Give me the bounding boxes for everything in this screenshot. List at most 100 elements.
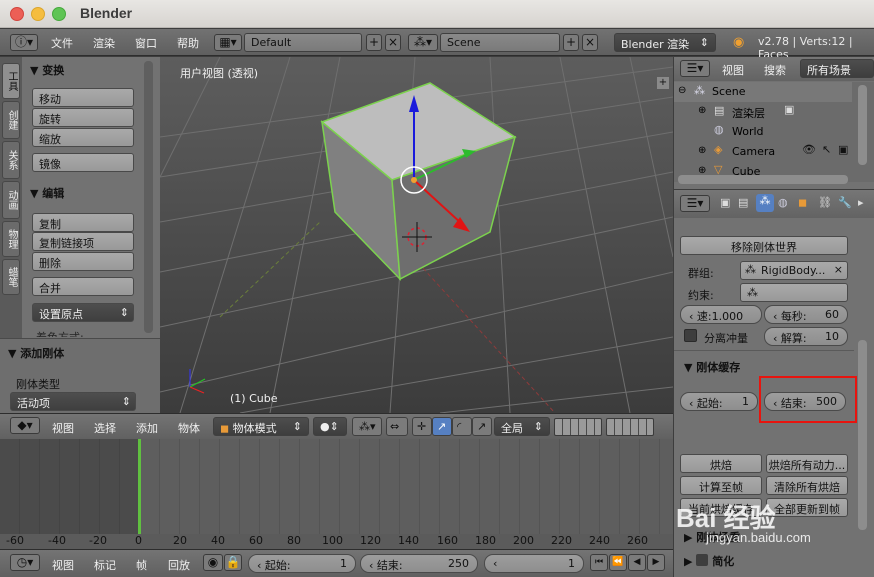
- join-button[interactable]: 合并: [32, 277, 134, 296]
- cube-object[interactable]: [320, 82, 517, 282]
- bake-all-button[interactable]: 烘焙所有动力...: [766, 454, 848, 473]
- render-camera-icon[interactable]: ▣: [838, 143, 848, 156]
- add-layout-button[interactable]: +: [366, 34, 382, 51]
- duplicate-button[interactable]: 复制: [32, 213, 134, 232]
- play-reverse-icon[interactable]: ◀: [628, 554, 646, 571]
- manipulator-icon[interactable]: ✛: [412, 417, 432, 436]
- steps-per-second-field[interactable]: ‹ 每秒: 60: [764, 305, 848, 324]
- pivot-select[interactable]: ⁂▾: [352, 417, 382, 436]
- scene-tab-icon[interactable]: ⁂: [756, 194, 774, 212]
- more-tabs-icon[interactable]: ▸: [858, 196, 864, 209]
- scene-icon[interactable]: ⁂▾: [408, 34, 438, 51]
- jump-start-icon[interactable]: ⏮: [590, 554, 608, 571]
- scale-manipulator-icon[interactable]: ↗: [472, 417, 492, 436]
- timeline-end-field[interactable]: ‹ 结束: 250: [360, 554, 478, 573]
- split-impulse-checkbox[interactable]: [684, 329, 697, 342]
- visibility-eye-icon[interactable]: 👁: [802, 143, 816, 156]
- cache-start-field[interactable]: ‹ 起始: 1: [680, 392, 758, 411]
- calc-to-frame-button[interactable]: 计算至帧: [680, 476, 762, 495]
- render-tab-icon[interactable]: ▣: [720, 196, 730, 209]
- scene-field[interactable]: Scene: [440, 33, 560, 52]
- view3d-menu-add[interactable]: 添加: [136, 420, 158, 436]
- editor-type-info-icon[interactable]: ⓘ▾: [10, 34, 38, 51]
- tab-tools[interactable]: 工具: [2, 63, 20, 99]
- current-frame-line[interactable]: [138, 439, 141, 534]
- outliner-row-scene[interactable]: ⊖ ⁂ Scene: [674, 82, 852, 102]
- speed-field[interactable]: ‹ 速:1.000: [680, 305, 762, 324]
- menu-file[interactable]: 文件: [51, 35, 73, 51]
- group-field[interactable]: ⁂ RigidBody... ×: [740, 261, 848, 280]
- record-icon[interactable]: ◉: [203, 554, 223, 571]
- outliner-row-world[interactable]: ◍ World: [674, 122, 852, 142]
- view3d-menu-object[interactable]: 物体: [178, 420, 200, 436]
- mode-select[interactable]: ◼ 物体模式 ⇕: [213, 417, 309, 436]
- outliner-menu-search[interactable]: 搜索: [764, 62, 786, 78]
- bake-button[interactable]: 烘焙: [680, 454, 762, 473]
- scale-button[interactable]: 缩放: [32, 128, 134, 147]
- expand-icon[interactable]: ⊕: [698, 105, 706, 116]
- jump-keyframe-back-icon[interactable]: ⏪: [609, 554, 627, 571]
- maximize-window-button[interactable]: [52, 7, 66, 21]
- expand-icon[interactable]: ⊕: [698, 145, 706, 156]
- tab-grease-pencil[interactable]: 蜡笔: [2, 259, 20, 295]
- set-origin-dropdown[interactable]: 设置原点 ⇕: [32, 303, 134, 322]
- tab-animation[interactable]: 动画: [2, 181, 20, 219]
- move-button[interactable]: 移动: [32, 88, 134, 107]
- rotate-button[interactable]: 旋转: [32, 108, 134, 127]
- manipulator-toggle[interactable]: ⇔: [386, 417, 408, 436]
- outliner-hscrollbar[interactable]: [678, 175, 848, 184]
- constraint-tab-icon[interactable]: ⛓: [818, 196, 832, 209]
- collapse-icon[interactable]: ⊖: [678, 85, 686, 96]
- world-tab-icon[interactable]: ◍: [778, 196, 788, 209]
- current-frame-field[interactable]: ‹ 1: [484, 554, 584, 573]
- 3d-viewport[interactable]: 用户视图 (透视) (1) Cube +: [160, 57, 673, 413]
- operator-panel-header[interactable]: ▼ 添加刚体: [8, 342, 124, 362]
- minimize-window-button[interactable]: [31, 7, 45, 21]
- free-all-bakes-button[interactable]: 清除所有烘焙: [766, 476, 848, 495]
- renderlayer-tab-icon[interactable]: ▤: [738, 196, 748, 209]
- rigidbody-cache-header[interactable]: ▼ 刚体缓存: [684, 356, 800, 376]
- layer-buttons-2[interactable]: [606, 418, 654, 436]
- render-engine-select[interactable]: Blender 渲染 ⇕: [614, 33, 716, 52]
- update-all-to-frame-button[interactable]: 全部更新到帧: [766, 498, 848, 517]
- outliner-filter-select[interactable]: 所有场景: [800, 59, 874, 78]
- play-icon[interactable]: ▶: [647, 554, 665, 571]
- transform-panel-header[interactable]: ▼ 变换: [30, 59, 146, 79]
- timeline[interactable]: -60 -40 -20 0 20 40 60 80 100 120 140 16…: [0, 439, 673, 549]
- translate-manipulator-icon[interactable]: ↗: [432, 417, 452, 436]
- timeline-menu-view[interactable]: 视图: [52, 557, 74, 573]
- rigidbody-type-dropdown[interactable]: 活动项 ⇕: [10, 392, 136, 411]
- close-window-button[interactable]: [10, 7, 24, 21]
- modifier-tab-icon[interactable]: 🔧: [838, 196, 852, 209]
- screen-layout-icon[interactable]: ▦▾: [214, 34, 242, 51]
- layout-field[interactable]: Default: [244, 33, 362, 52]
- timeline-menu-playback[interactable]: 回放: [168, 557, 190, 573]
- selectable-cursor-icon[interactable]: ↖: [822, 143, 831, 156]
- solver-iterations-field[interactable]: ‹ 解算: 10: [764, 327, 848, 346]
- outliner-editor-icon[interactable]: ☰▾: [680, 60, 710, 77]
- menu-window[interactable]: 窗口: [135, 35, 157, 51]
- add-scene-button[interactable]: +: [563, 34, 579, 51]
- view3d-menu-select[interactable]: 选择: [94, 420, 116, 436]
- rotate-manipulator-icon[interactable]: ◜: [452, 417, 472, 436]
- orientation-select[interactable]: 全局 ⇕: [494, 417, 550, 436]
- properties-editor-icon[interactable]: ☰▾: [680, 195, 710, 212]
- properties-scrollbar[interactable]: [858, 340, 867, 530]
- timeline-editor-icon[interactable]: ◷▾: [10, 554, 40, 571]
- layer-buttons-1[interactable]: [554, 418, 602, 436]
- remove-rigidbody-world-button[interactable]: 移除刚体世界: [680, 236, 848, 255]
- simplify-checkbox[interactable]: [696, 554, 708, 566]
- constraint-field[interactable]: ⁂: [740, 283, 848, 302]
- delete-button[interactable]: 删除: [32, 252, 134, 271]
- outliner-menu-view[interactable]: 视图: [722, 62, 744, 78]
- view3d-menu-view[interactable]: 视图: [52, 420, 74, 436]
- renderlayer-toggle-icon[interactable]: ▣: [784, 103, 794, 116]
- timeline-menu-marker[interactable]: 标记: [94, 557, 116, 573]
- remove-scene-button[interactable]: ×: [582, 34, 598, 51]
- view3d-editor-icon[interactable]: ◆▾: [10, 417, 40, 434]
- toggle-properties-icon[interactable]: +: [657, 77, 669, 89]
- outliner-scrollbar[interactable]: [858, 85, 867, 165]
- clear-group-icon[interactable]: ×: [834, 263, 843, 276]
- lock-icon[interactable]: 🔒: [224, 554, 242, 571]
- tools-scrollbar[interactable]: [144, 61, 153, 333]
